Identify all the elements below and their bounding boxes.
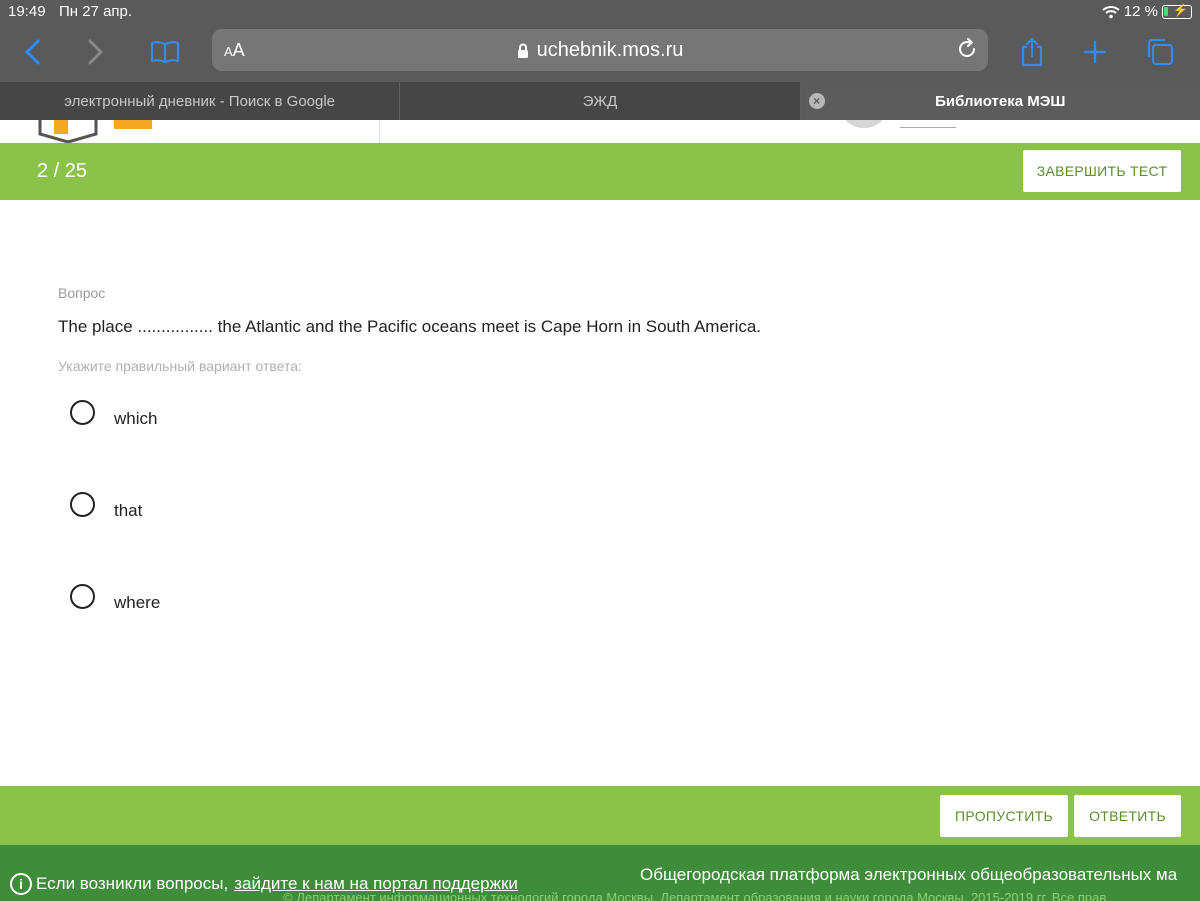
tabs-overview-icon[interactable] <box>1142 34 1178 70</box>
answer-option-that[interactable]: that <box>70 492 470 532</box>
tab-label: электронный дневник - Поиск в Google <box>64 92 336 110</box>
answer-option-which[interactable]: which <box>70 400 470 440</box>
info-icon: i <box>10 873 32 895</box>
platform-title: Общегородская платформа электронных обще… <box>640 865 1178 884</box>
bookmarks-icon[interactable] <box>147 34 183 70</box>
url-display[interactable]: uchebnik.mos.ru <box>212 39 988 62</box>
status-time: 19:49 <box>8 3 46 20</box>
user-role-peek <box>900 120 956 128</box>
close-tab-icon[interactable]: × <box>808 93 825 109</box>
battery-icon: ⚡ <box>1162 3 1192 19</box>
site-footer: i Если возникли вопросы, зайдите к нам н… <box>0 845 1200 901</box>
site-header-peek <box>0 120 1200 143</box>
radio-button[interactable] <box>70 400 95 425</box>
copyright-text: © Департамент информационных технологий … <box>283 890 1107 901</box>
skip-button[interactable]: ПРОПУСТИТЬ <box>940 795 1068 837</box>
new-tab-icon[interactable] <box>1077 34 1113 70</box>
option-label: that <box>114 501 143 520</box>
tab-mesh-library[interactable]: × Библиотека МЭШ <box>800 82 1200 120</box>
address-bar[interactable]: AA uchebnik.mos.ru <box>212 29 988 71</box>
tab-label: Библиотека МЭШ <box>935 92 1066 110</box>
status-date: Пн 27 апр. <box>59 3 133 20</box>
test-actions-bar: ПРОПУСТИТЬ ОТВЕТИТЬ <box>0 786 1200 845</box>
answer-option-where[interactable]: where <box>70 584 470 624</box>
avatar[interactable] <box>844 120 884 128</box>
header-divider <box>379 120 380 143</box>
reload-icon[interactable] <box>956 38 978 65</box>
lock-icon <box>517 43 528 58</box>
option-label: which <box>114 409 158 428</box>
support-text: Если возникли вопросы, <box>36 874 229 893</box>
wifi-icon <box>1102 5 1120 18</box>
status-right: 12 % ⚡ <box>1102 3 1192 20</box>
forward-icon[interactable] <box>77 34 113 70</box>
tab-label: ЭЖД <box>582 92 618 110</box>
browser-toolbar: AA uchebnik.mos.ru <box>0 24 1200 82</box>
battery-percent: 12 % <box>1123 3 1158 20</box>
answer-button[interactable]: ОТВЕТИТЬ <box>1074 795 1181 837</box>
status-bar: 19:49 Пн 27 апр. 12 % ⚡ <box>0 0 1200 24</box>
back-icon[interactable] <box>15 34 51 70</box>
tab-google-search[interactable]: электронный дневник - Поиск в Google <box>0 82 401 120</box>
question-label: Вопрос <box>58 285 106 301</box>
answer-hint: Укажите правильный вариант ответа: <box>58 358 302 374</box>
url-text: uchebnik.mos.ru <box>536 39 684 61</box>
tab-ezhd[interactable]: ЭЖД <box>400 82 801 120</box>
finish-test-button[interactable]: ЗАВЕРШИТЬ ТЕСТ <box>1023 150 1181 192</box>
question-text: The place ................ the Atlantic … <box>58 317 762 336</box>
browser-tabs: электронный дневник - Поиск в Google ЭЖД… <box>0 82 1200 120</box>
question-area: Вопрос The place ................ the At… <box>0 200 1200 786</box>
radio-button[interactable] <box>70 584 95 609</box>
mesh-logo-icon <box>38 120 152 143</box>
option-label: where <box>114 593 161 612</box>
question-counter: 2 / 25 <box>37 160 88 182</box>
share-icon[interactable] <box>1014 34 1050 70</box>
radio-button[interactable] <box>70 492 95 517</box>
test-header-bar: 2 / 25 ЗАВЕРШИТЬ ТЕСТ <box>0 143 1200 200</box>
